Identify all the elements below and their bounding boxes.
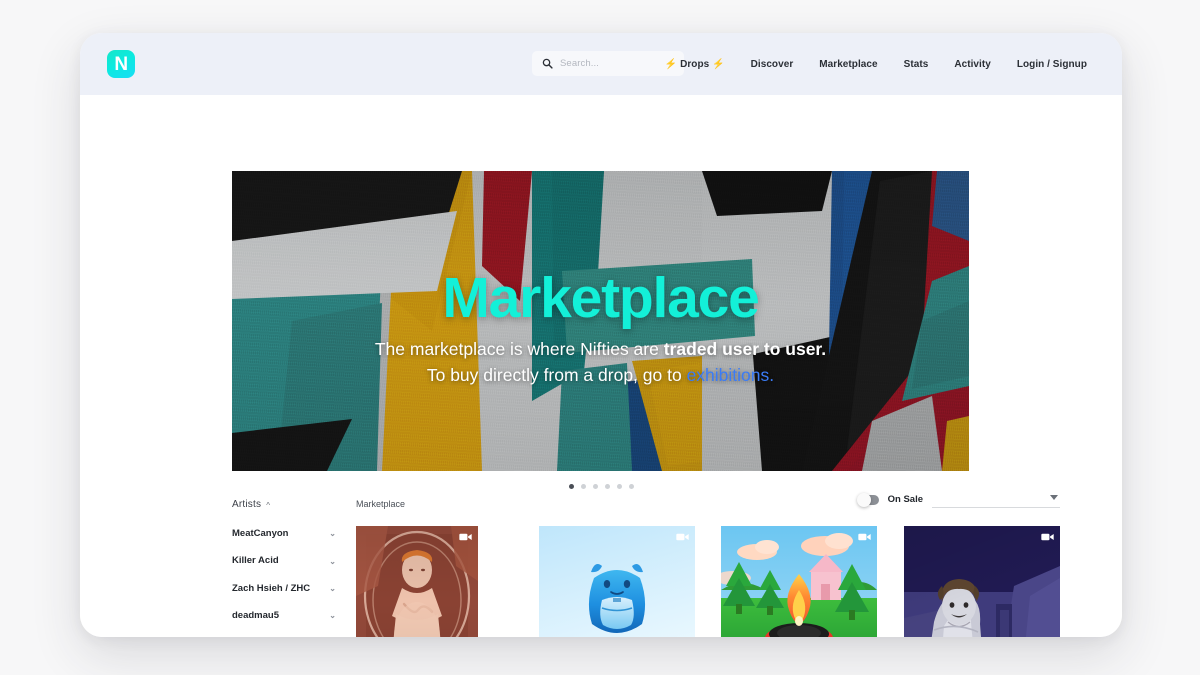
sidebar-item-label: deadmau5 [232,610,279,622]
search-placeholder: Search... [560,58,599,69]
sidebar-header-artists[interactable]: Artists ^ [232,499,340,513]
video-camera-icon [459,532,472,542]
nav-label-drops: Drops [680,58,710,70]
site-logo[interactable]: N [107,50,135,78]
hero-line1-emphasis: traded user to user. [663,339,827,360]
sidebar-item-deadmau5[interactable]: deadmau5 ⌄ [232,610,336,622]
carousel-pagination [80,484,1122,489]
marketplace-main: Marketplace On Sale [356,492,1060,637]
nft-card[interactable] [903,526,1060,637]
nav-item-activity[interactable]: Activity [941,59,1004,70]
hero-copy: Marketplace The marketplace is where Nif… [232,269,969,388]
sidebar-item-killer-acid[interactable]: Killer Acid ⌄ [232,555,336,567]
hero-line2-prefix: To buy directly from a drop, go to [426,364,687,385]
artists-sidebar: Artists ^ MeatCanyon ⌄ Killer Acid ⌄ Zac… [232,499,340,637]
logo-letter: N [114,53,128,75]
hero-exhibitions-link[interactable]: exhibitions. [687,365,775,385]
chevron-down-icon: ⌄ [329,529,336,539]
search-icon [542,58,553,69]
sidebar-item-meatcanyon[interactable]: MeatCanyon ⌄ [232,528,336,540]
on-sale-toggle[interactable] [856,492,879,507]
nft-card[interactable] [356,526,512,637]
chevron-down-icon: ⌄ [329,611,336,621]
hero-line1-prefix: The marketplace is where Nifties are [374,339,664,360]
sidebar-item-zach-hsieh-zhc[interactable]: Zach Hsieh / ZHC ⌄ [232,583,336,595]
nav-item-drops[interactable]: ⚡ Drops ⚡ [652,59,738,70]
sidebar-header-label: Artists [232,499,262,510]
nft-card[interactable] [721,526,878,637]
sidebar-item-label: MeatCanyon [232,528,289,539]
carousel-dot-2[interactable] [580,484,586,489]
hero-title: Marketplace [442,266,760,330]
carousel-dot-3[interactable] [592,484,598,489]
main-navigation: ⚡ Drops ⚡ Discover Marketplace Stats Act… [652,33,1100,95]
video-camera-icon [675,532,689,542]
video-camera-icon [858,532,871,542]
nft-thumbnail[interactable] [356,526,478,637]
nft-card-grid [356,526,1060,637]
carousel-dot-5[interactable] [616,484,622,489]
nav-item-login-signup[interactable]: Login / Signup [1004,59,1100,70]
carousel-dot-6[interactable] [628,484,634,489]
bolt-icon: ⚡ [712,58,725,70]
carousel-dot-1[interactable] [568,484,574,489]
nft-thumbnail[interactable] [903,526,1060,637]
nav-item-stats[interactable]: Stats [891,59,942,70]
hero-banner[interactable]: Marketplace The marketplace is where Nif… [232,171,969,471]
carousel-dot-4[interactable] [604,484,610,489]
filter-bar: On Sale [856,491,1060,508]
nft-thumbnail[interactable] [721,526,878,637]
chevron-down-icon: ⌄ [329,583,336,593]
browser-window: N Search... ⚡ Drops ⚡ Discover Marketpla… [80,33,1122,637]
video-camera-icon [1041,532,1054,542]
on-sale-label: On Sale [887,494,923,505]
chevron-down-icon [1050,495,1058,500]
hero-subtitle: The marketplace is where Nifties are tra… [232,337,969,388]
nft-thumbnail[interactable] [538,526,695,637]
chevron-up-icon: ^ [266,500,270,510]
page-body: Marketplace The marketplace is where Nif… [80,95,1122,637]
sidebar-item-label: Zach Hsieh / ZHC [232,582,311,594]
nft-card[interactable] [538,526,695,637]
bolt-icon: ⚡ [664,58,678,70]
nav-item-discover[interactable]: Discover [738,59,807,70]
chevron-down-icon: ⌄ [329,556,336,566]
sidebar-item-label: Killer Acid [232,555,279,567]
nav-item-marketplace[interactable]: Marketplace [806,59,890,70]
sort-dropdown[interactable] [932,491,1060,508]
site-header: N Search... ⚡ Drops ⚡ Discover Marketpla… [80,33,1122,95]
toggle-knob [856,492,871,507]
